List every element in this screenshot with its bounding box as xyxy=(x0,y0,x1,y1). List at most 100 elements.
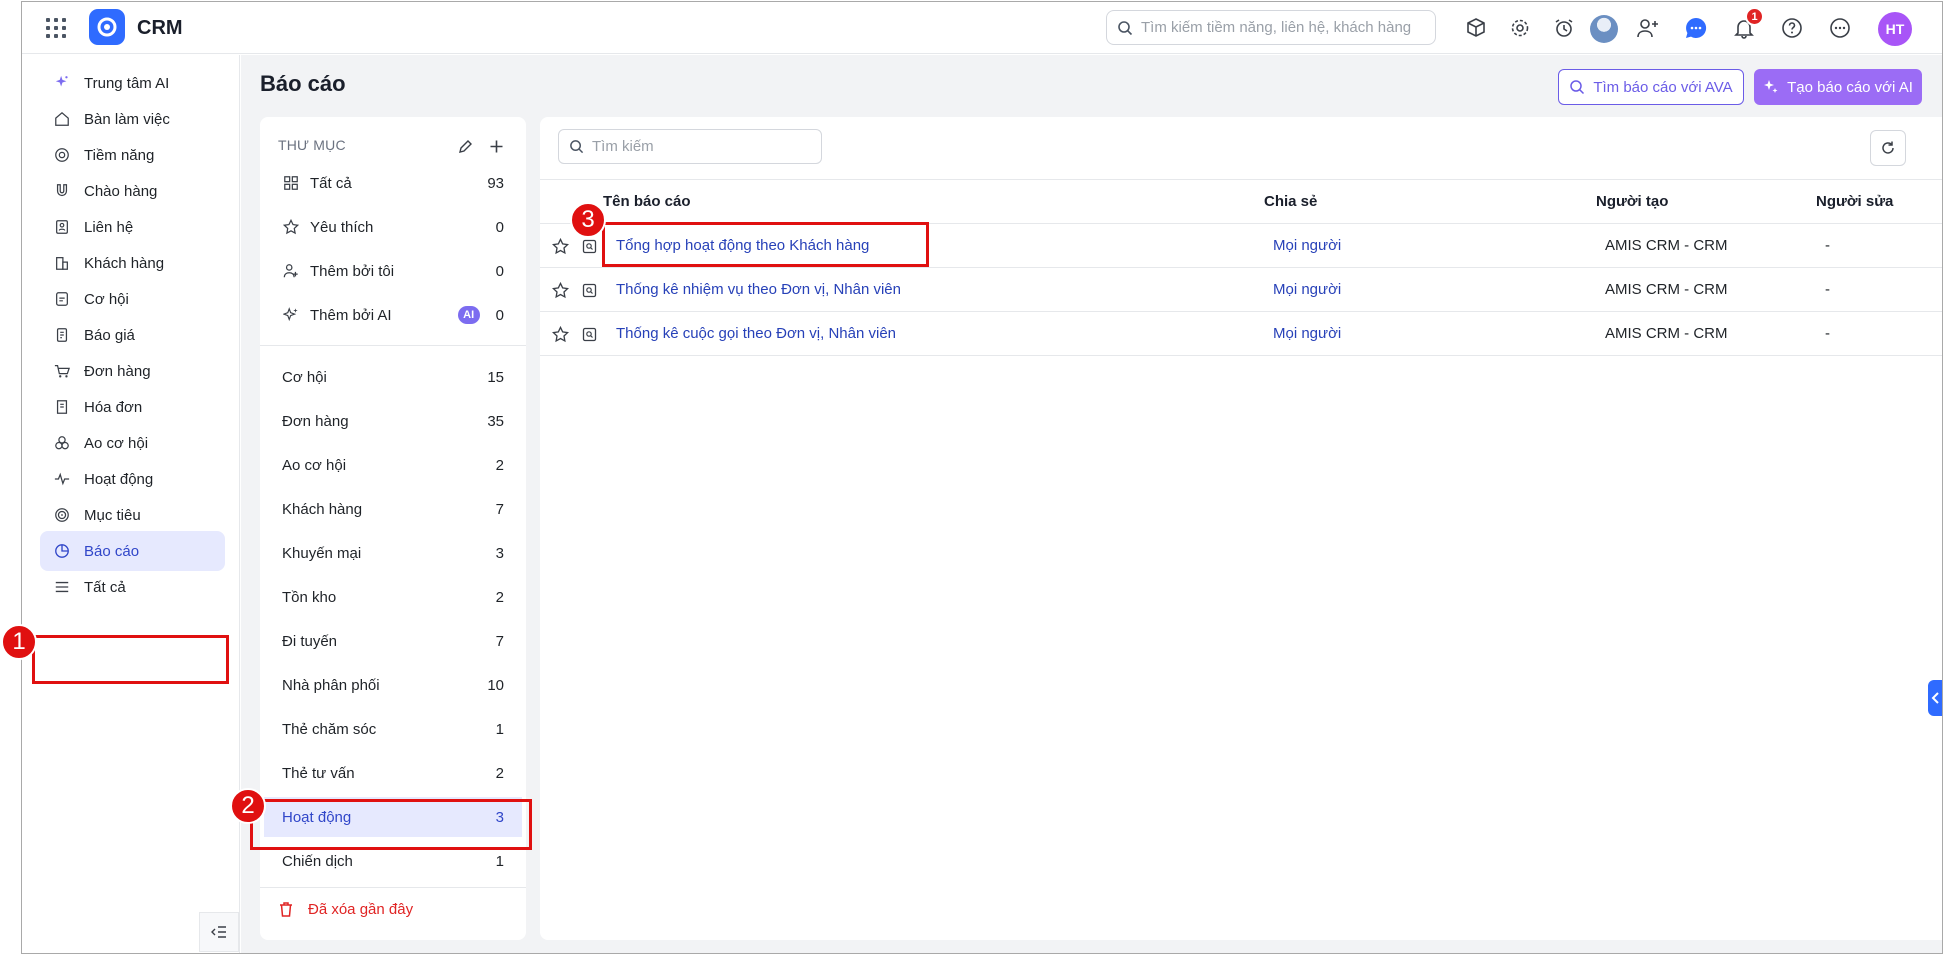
search-icon xyxy=(570,140,584,154)
nav-item-12[interactable]: Hoạt động xyxy=(40,459,225,499)
column-header-editor[interactable]: Người sửa xyxy=(1816,193,1893,210)
box-icon[interactable] xyxy=(1462,14,1490,42)
nav-item-15[interactable]: Tất cả xyxy=(40,567,225,607)
folder-item-2[interactable]: Yêu thích 0 xyxy=(264,207,522,247)
folder-item-1[interactable]: Tất cả 93 xyxy=(264,163,522,203)
crm-logo[interactable] xyxy=(89,9,125,45)
nav-item-label: Mục tiêu xyxy=(84,506,141,524)
more-options-icon[interactable] xyxy=(1826,14,1854,42)
collapse-sidebar-button[interactable] xyxy=(199,912,239,952)
module-folder-item-7[interactable]: Đi tuyến 7 xyxy=(264,621,522,661)
folder-count: 0 xyxy=(495,218,504,236)
nav-item-10[interactable]: Hóa đơn xyxy=(40,387,225,427)
home-icon xyxy=(53,110,71,128)
module-folder-item-2[interactable]: Đơn hàng 35 xyxy=(264,401,522,441)
nav-item-1[interactable]: Trung tâm AI xyxy=(40,63,225,103)
module-folder-item-1[interactable]: Cơ hội 15 xyxy=(264,357,522,397)
chat-icon[interactable] xyxy=(1682,14,1710,42)
settings-gear-icon[interactable] xyxy=(1506,14,1534,42)
folder-divider xyxy=(260,887,526,888)
building-icon xyxy=(53,254,71,272)
alarm-clock-icon[interactable] xyxy=(1550,14,1578,42)
help-icon[interactable] xyxy=(1778,14,1806,42)
module-folder-item-8[interactable]: Nhà phân phối 10 xyxy=(264,665,522,705)
create-report-with-ai-label: Tạo báo cáo với AI xyxy=(1787,78,1913,96)
column-header-name[interactable]: Tên báo cáo xyxy=(603,193,691,210)
create-report-with-ai-button[interactable]: Tạo báo cáo với AI xyxy=(1754,69,1922,105)
nav-item-3[interactable]: Tiềm năng xyxy=(40,135,225,175)
folder-count: 7 xyxy=(495,632,504,650)
folder-count: 2 xyxy=(495,764,504,782)
edit-folder-pencil-icon[interactable] xyxy=(454,135,476,157)
table-row[interactable]: Thống kê nhiệm vụ theo Đơn vị, Nhân viên… xyxy=(540,268,1942,312)
user-initials-avatar[interactable]: HT xyxy=(1878,12,1912,46)
module-folder-item-4[interactable]: Khách hàng 7 xyxy=(264,489,522,529)
report-doc-icon xyxy=(580,325,598,343)
report-search[interactable] xyxy=(558,129,822,164)
report-search-input[interactable] xyxy=(592,138,812,155)
nav-item-2[interactable]: Bàn làm việc xyxy=(40,99,225,139)
module-folder-item-10[interactable]: Thẻ tư vấn 2 xyxy=(264,753,522,793)
folder-count: 10 xyxy=(487,676,504,694)
find-report-with-ava-button[interactable]: Tìm báo cáo với AVA xyxy=(1558,69,1744,105)
folder-item-3[interactable]: Thêm bởi tôi 0 xyxy=(264,251,522,291)
add-user-icon[interactable] xyxy=(1634,14,1662,42)
nav-item-label: Tất cả xyxy=(84,578,126,596)
recently-deleted-link[interactable]: Đã xóa gần đây xyxy=(278,901,413,918)
left-navigation: Trung tâm AI Bàn làm việc Tiềm năng Chào hà… xyxy=(22,55,240,953)
favorite-star-icon[interactable] xyxy=(550,324,570,344)
report-name-link[interactable]: Thống kê nhiệm vụ theo Đơn vị, Nhân viên xyxy=(616,281,901,298)
user-avatar-icon[interactable] xyxy=(1590,15,1618,43)
folder-label: Thêm bởi tôi xyxy=(310,262,395,280)
creator-cell: AMIS CRM - CRM xyxy=(1605,325,1728,342)
folder-label: Đơn hàng xyxy=(282,412,349,430)
add-folder-plus-icon[interactable] xyxy=(485,135,507,157)
global-search[interactable] xyxy=(1106,10,1436,45)
global-search-input[interactable] xyxy=(1141,19,1421,36)
notification-badge: 1 xyxy=(1745,7,1764,26)
table-row[interactable]: Thống kê cuộc gọi theo Đơn vị, Nhân viên… xyxy=(540,312,1942,356)
brand-name: CRM xyxy=(137,17,183,39)
ai-sparkle-icon xyxy=(282,306,300,324)
nav-item-9[interactable]: Đơn hàng xyxy=(40,351,225,391)
column-header-creator[interactable]: Người tạo xyxy=(1596,193,1668,210)
nav-item-7[interactable]: Cơ hội xyxy=(40,279,225,319)
folder-item-4[interactable]: Thêm bởi AI AI 0 xyxy=(264,295,522,335)
app-launcher-icon[interactable] xyxy=(44,16,68,40)
quote-icon xyxy=(53,326,71,344)
search-sparkle-icon xyxy=(1570,80,1585,95)
report-name-link[interactable]: Thống kê cuộc gọi theo Đơn vị, Nhân viên xyxy=(616,325,896,342)
nav-item-11[interactable]: Ao cơ hội xyxy=(40,423,225,463)
share-link[interactable]: Mọi người xyxy=(1273,237,1341,254)
pool-icon xyxy=(53,434,71,452)
target-icon xyxy=(53,146,71,164)
favorite-star-icon[interactable] xyxy=(550,280,570,300)
share-link[interactable]: Mọi người xyxy=(1273,281,1341,298)
nav-item-label: Cơ hội xyxy=(84,290,129,308)
nav-item-13[interactable]: Mục tiêu xyxy=(40,495,225,535)
module-folder-item-5[interactable]: Khuyến mại 3 xyxy=(264,533,522,573)
share-link[interactable]: Mọi người xyxy=(1273,325,1341,342)
column-header-share[interactable]: Chia sẻ xyxy=(1264,193,1317,210)
nav-item-5[interactable]: Liên hệ xyxy=(40,207,225,247)
nav-item-14[interactable]: Báo cáo xyxy=(40,531,225,571)
folder-count: 93 xyxy=(487,174,504,192)
module-folder-item-3[interactable]: Ao cơ hội 2 xyxy=(264,445,522,485)
notification-bell-icon[interactable]: 1 xyxy=(1730,7,1764,42)
nav-item-label: Liên hệ xyxy=(84,218,134,236)
favorite-star-icon[interactable] xyxy=(550,236,570,256)
user-add-icon xyxy=(282,262,300,280)
nav-item-8[interactable]: Báo giá xyxy=(40,315,225,355)
folder-label: Đi tuyến xyxy=(282,632,338,650)
refresh-button[interactable] xyxy=(1870,130,1906,166)
collapse-menu-icon xyxy=(211,926,226,938)
nav-item-4[interactable]: Chào hàng xyxy=(40,171,225,211)
folder-label: Thêm bởi AI xyxy=(310,306,392,324)
module-folder-item-6[interactable]: Tồn kho 2 xyxy=(264,577,522,617)
menu-icon xyxy=(53,578,71,596)
module-folder-item-9[interactable]: Thẻ chăm sóc 1 xyxy=(264,709,522,749)
highlight-box-report-row xyxy=(602,222,929,267)
highlight-box-nav-report xyxy=(32,635,229,684)
nav-item-6[interactable]: Khách hàng xyxy=(40,243,225,283)
expand-side-panel-tab[interactable] xyxy=(1928,680,1942,716)
